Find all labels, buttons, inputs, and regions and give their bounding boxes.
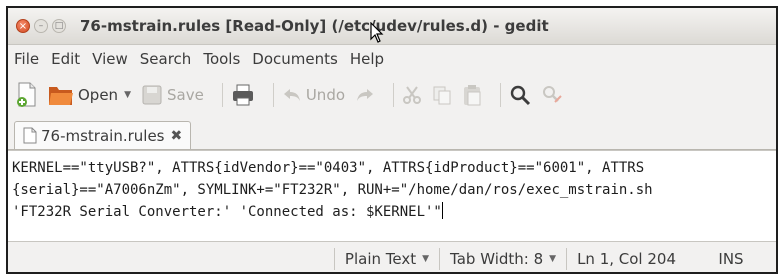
cursor-position: Ln 1, Col 204 [566,248,686,270]
toolbar-separator [393,83,395,107]
new-document-icon [17,82,36,107]
editor-line: KERNEL=="ttyUSB?", ATTRS{idVendor}=="040… [12,160,645,176]
text-file-icon [23,127,37,144]
editor-line: {serial}=="A7006nZm", SYMLINK+="FT232R",… [12,182,653,198]
maximize-icon: □ [54,21,64,31]
close-tab-icon[interactable]: ✖ [171,128,183,144]
menu-tools[interactable]: Tools [203,50,240,68]
find-replace-button[interactable] [541,84,563,106]
toolbar-separator [272,83,274,107]
close-icon: × [18,20,28,32]
editor-line-text: 'FT232R Serial Converter:' 'Connected as… [12,204,442,220]
tab-width-selector[interactable]: Tab Width: 8 ▼ [439,248,566,270]
text-editor[interactable]: KERNEL=="ttyUSB?", ATTRS{idVendor}=="040… [8,150,776,242]
menu-documents[interactable]: Documents [252,50,338,68]
tab-width-label: Tab Width: 8 [450,250,544,268]
folder-open-icon [49,87,73,105]
paste-icon [464,85,481,106]
save-label: Save [167,86,204,104]
menu-edit[interactable]: Edit [51,50,80,68]
menu-search[interactable]: Search [140,50,192,68]
new-document-button[interactable] [16,82,38,108]
title-bar[interactable]: × – □ 76-mstrain.rules [Read-Only] (/etc… [8,8,776,45]
undo-label: Undo [305,86,346,104]
cursor-position-label: Ln 1, Col 204 [577,250,676,268]
cut-button[interactable] [402,85,422,105]
redo-button[interactable] [355,86,375,104]
text-caret [441,202,443,219]
find-button[interactable] [509,84,531,106]
window-close-button[interactable]: × [16,19,30,33]
window-maximize-button[interactable]: □ [52,19,66,33]
redo-icon [357,89,374,101]
language-selector[interactable]: Plain Text ▼ [333,248,439,270]
tab-76-mstrain-rules[interactable]: 76-mstrain.rules ✖ [14,121,192,149]
printer-icon [232,84,253,106]
tab-label: 76-mstrain.rules [41,126,165,145]
mouse-pointer-icon [370,22,384,43]
window-title: 76-mstrain.rules [Read-Only] (/etc/udev/… [80,17,549,35]
find-replace-icon [543,86,562,103]
scissors-icon [403,86,422,104]
editor-line: 'FT232R Serial Converter:' 'Connected as… [12,201,772,223]
menu-file[interactable]: File [14,50,39,68]
open-label: Open [78,86,119,104]
search-icon [510,85,531,106]
chevron-down-icon[interactable]: ▼ [124,90,131,100]
undo-icon [283,89,300,101]
window-minimize-button[interactable]: – [34,19,48,33]
copy-button[interactable] [432,85,452,105]
toolbar-separator [221,83,223,107]
undo-button[interactable]: Undo [282,86,345,104]
status-bar: Plain Text ▼ Tab Width: 8 ▼ Ln 1, Col 20… [8,244,776,272]
toolbar: Open ▼ Save Undo [8,73,776,117]
print-button[interactable] [231,84,255,106]
save-icon [142,85,162,105]
menu-bar: File Edit View Search Tools Documents He… [8,45,776,73]
insert-mode: INS [686,248,776,270]
toolbar-separator [500,83,502,107]
open-button[interactable]: Open ▼ [48,83,131,107]
paste-button[interactable] [462,84,482,106]
copy-icon [433,86,451,105]
insert-mode-label: INS [718,250,744,268]
menu-view[interactable]: View [92,50,128,68]
menu-help[interactable]: Help [350,50,384,68]
document-tabs: 76-mstrain.rules ✖ [8,117,776,150]
language-label: Plain Text [344,250,417,268]
chevron-down-icon: ▼ [549,254,557,264]
chevron-down-icon: ▼ [422,254,430,264]
minimize-icon: – [38,21,44,31]
save-button[interactable]: Save [141,84,204,106]
gedit-window: × – □ 76-mstrain.rules [Read-Only] (/etc… [6,6,778,274]
